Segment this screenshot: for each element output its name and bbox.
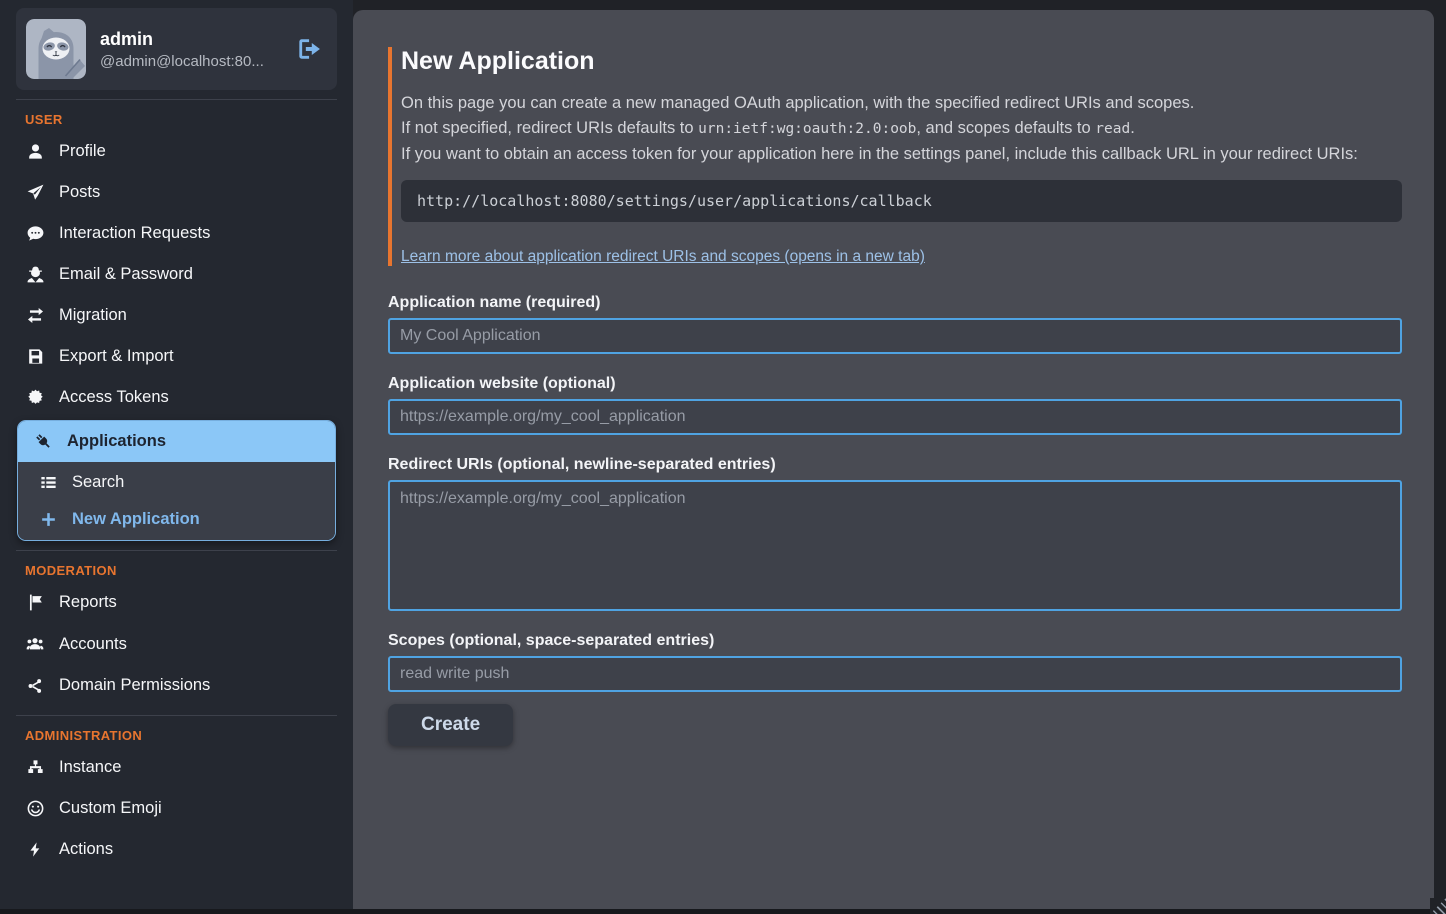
sidebar-item-label: Domain Permissions	[59, 676, 210, 695]
sidebar-item-custom-emoji[interactable]: Custom Emoji	[0, 788, 353, 829]
sidebar-item-accounts[interactable]: Accounts	[0, 623, 353, 665]
section-header-moderation: MODERATION	[25, 563, 353, 578]
section-header-user: USER	[25, 112, 353, 127]
sidebar-item-label: Access Tokens	[59, 388, 169, 407]
sitemap-icon	[25, 758, 45, 777]
paper-plane-icon	[25, 183, 45, 202]
sidebar-item-export-import[interactable]: Export & Import	[0, 336, 353, 377]
callback-url-code-block[interactable]: http://localhost:8080/settings/user/appl…	[401, 180, 1402, 222]
sidebar-item-label: Interaction Requests	[59, 224, 210, 243]
sidebar-item-label: Custom Emoji	[59, 799, 162, 818]
described-section: New Application On this page you can cre…	[388, 47, 1402, 266]
sidebar-item-search[interactable]: Search	[18, 464, 335, 501]
app-window: admin @admin@localhost:80... USER Profil…	[0, 0, 1446, 914]
sidebar-item-migration[interactable]: Migration	[0, 295, 353, 336]
user-handle: @admin@localhost:80...	[100, 53, 264, 70]
applications-subnav: Search New Application	[18, 462, 335, 540]
main-wrap: New Application On this page you can cre…	[353, 0, 1446, 914]
intro-line-2-text: , and scopes defaults to	[916, 119, 1095, 137]
user-meta: admin @admin@localhost:80...	[100, 29, 264, 70]
sidebar-nav-user: Profile Posts Interaction Requests Email…	[0, 131, 353, 541]
sidebar-item-instance[interactable]: Instance	[0, 747, 353, 788]
applications-group: Applications Search New Application	[17, 420, 336, 541]
section-header-administration: ADMINISTRATION	[25, 728, 353, 743]
scopes-group: Scopes (optional, space-separated entrie…	[388, 632, 1402, 692]
sidebar-item-label: Profile	[59, 142, 106, 161]
sidebar-divider	[16, 99, 337, 100]
sidebar-item-label: Email & Password	[59, 265, 193, 284]
inline-code-read: read	[1095, 121, 1130, 137]
flag-icon	[25, 593, 45, 612]
sidebar-item-email-password[interactable]: Email & Password	[0, 254, 353, 295]
user-secret-icon	[25, 265, 45, 284]
sidebar-item-posts[interactable]: Posts	[0, 172, 353, 213]
sidebar-item-profile[interactable]: Profile	[0, 131, 353, 172]
list-icon	[38, 473, 58, 492]
share-nodes-icon	[25, 677, 45, 695]
sidebar-item-label: New Application	[72, 510, 200, 529]
sidebar-item-interaction-requests[interactable]: Interaction Requests	[0, 213, 353, 254]
sidebar-item-label: Applications	[67, 432, 166, 451]
sidebar-item-label: Accounts	[59, 635, 127, 654]
resize-grip[interactable]	[1430, 898, 1446, 914]
learn-more-link[interactable]: Learn more about application redirect UR…	[401, 248, 925, 266]
sidebar-nav-moderation: Reports Accounts Domain Permissions	[0, 582, 353, 706]
intro-line-3: If you want to obtain an access token fo…	[401, 142, 1402, 167]
sidebar-item-label: Search	[72, 473, 124, 492]
application-name-label: Application name (required)	[388, 294, 1402, 312]
avatar	[26, 19, 86, 79]
intro-line-2-text: .	[1130, 119, 1135, 137]
sidebar-item-access-tokens[interactable]: Access Tokens	[0, 377, 353, 418]
sidebar-item-actions[interactable]: Actions	[0, 829, 353, 870]
scopes-label: Scopes (optional, space-separated entrie…	[388, 632, 1402, 650]
sidebar-item-label: Posts	[59, 183, 100, 202]
users-icon	[25, 634, 45, 654]
page-title: New Application	[401, 47, 1402, 76]
sidebar-item-domain-permissions[interactable]: Domain Permissions	[0, 665, 353, 706]
comment-dots-icon	[25, 224, 45, 243]
sidebar-item-label: Reports	[59, 593, 117, 612]
sidebar-item-new-application[interactable]: New Application	[18, 501, 335, 538]
user-name: admin	[100, 29, 264, 50]
sidebar-item-reports[interactable]: Reports	[0, 582, 353, 623]
application-name-group: Application name (required)	[388, 294, 1402, 354]
floppy-disk-icon	[25, 347, 45, 366]
sidebar-item-label: Actions	[59, 840, 113, 859]
horizontal-scrollbar[interactable]	[0, 909, 1446, 914]
redirect-uris-textarea[interactable]	[388, 480, 1402, 611]
application-name-input[interactable]	[388, 318, 1402, 354]
sidebar-item-label: Export & Import	[59, 347, 174, 366]
redirect-uris-label: Redirect URIs (optional, newline-separat…	[388, 456, 1402, 474]
sidebar-divider	[16, 550, 337, 551]
sidebar-item-applications[interactable]: Applications	[18, 421, 335, 462]
intro-line-1: On this page you can create a new manage…	[401, 91, 1402, 116]
bolt-icon	[25, 841, 45, 858]
logout-icon[interactable]	[295, 36, 321, 62]
inline-code-oob: urn:ietf:wg:oauth:2.0:oob	[698, 121, 916, 137]
application-website-group: Application website (optional)	[388, 375, 1402, 435]
smile-icon	[25, 799, 45, 818]
sidebar-item-label: Migration	[59, 306, 127, 325]
plug-icon	[33, 432, 53, 451]
redirect-uris-group: Redirect URIs (optional, newline-separat…	[388, 456, 1402, 611]
intro-line-2-text: If not specified, redirect URIs defaults…	[401, 119, 698, 137]
new-application-form: Application name (required) Application …	[388, 294, 1402, 746]
plus-icon	[38, 510, 58, 529]
sidebar-item-label: Instance	[59, 758, 121, 777]
intro-line-2: If not specified, redirect URIs defaults…	[401, 116, 1402, 142]
certificate-icon	[25, 388, 45, 407]
user-card[interactable]: admin @admin@localhost:80...	[16, 8, 337, 90]
application-website-input[interactable]	[388, 399, 1402, 435]
sidebar: admin @admin@localhost:80... USER Profil…	[0, 0, 353, 914]
arrows-right-left-icon	[25, 306, 45, 325]
create-button[interactable]: Create	[388, 704, 513, 746]
user-icon	[25, 142, 45, 161]
application-website-label: Application website (optional)	[388, 375, 1402, 393]
scopes-input[interactable]	[388, 656, 1402, 692]
sidebar-nav-administration: Instance Custom Emoji Actions	[0, 747, 353, 870]
new-application-panel: New Application On this page you can cre…	[353, 10, 1434, 914]
sidebar-divider	[16, 715, 337, 716]
